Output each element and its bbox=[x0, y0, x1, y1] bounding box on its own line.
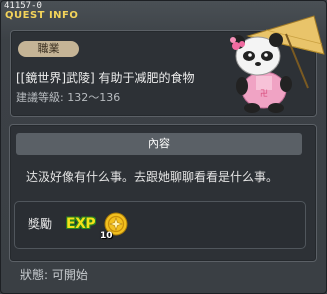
quest-name: [[鏡世界]武陵] 有助于减肥的食物 bbox=[16, 71, 195, 85]
job-badge: 職業 bbox=[18, 41, 79, 57]
reward-box bbox=[14, 201, 306, 249]
panda-with-umbrella-icon: 卍 bbox=[230, 15, 325, 113]
exp-icon: EXP bbox=[66, 216, 96, 232]
quest-description: 达汲好像有什么事。去跟她聊聊看看是什么事。 bbox=[26, 170, 279, 184]
recommended-level: 建議等級: 132〜136 bbox=[16, 91, 121, 104]
quest-status: 狀態: 可開始 bbox=[20, 268, 88, 282]
content-heading: 內容 bbox=[16, 133, 302, 155]
window-title: QUEST INFO bbox=[5, 10, 79, 21]
coin-count: 10 bbox=[100, 231, 113, 241]
reward-label: 獎勵 bbox=[28, 217, 53, 231]
svg-text:卍: 卍 bbox=[260, 89, 268, 98]
